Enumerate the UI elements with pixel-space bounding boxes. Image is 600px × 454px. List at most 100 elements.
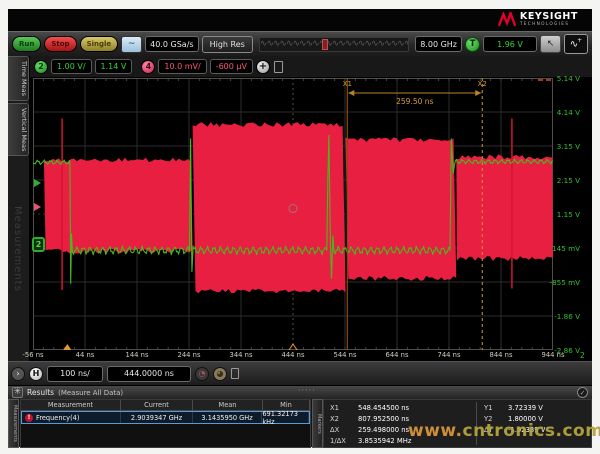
tab-measurements[interactable]: Measurements [8,399,19,448]
channel-4-badge[interactable]: 4 [141,60,155,74]
measurement-value: 691.32173 kHz [262,412,309,423]
add-waveform-icon[interactable]: ∿+ [564,34,588,54]
v-axis-label: -1.86 V [540,312,580,321]
x-axis-label: 844 ns [483,351,519,359]
v-axis-label: -2.86 V [540,346,580,355]
column-header[interactable]: Current [121,400,193,411]
sidebar-expander-button[interactable]: › [11,367,25,381]
x-axis-label: 44 ns [67,351,103,359]
channel-settings-row: 2 1.00 V/ 1.14 V 4 10.0 mV/ -600 µV + [8,56,592,77]
marker-label: X2 [330,415,358,423]
position-knob-icon[interactable]: ◕ [213,367,227,381]
watermark-rest: cntronics.com [463,421,600,441]
red-waveform-band [456,154,553,261]
marker-value: 548.454500 ns [358,404,409,412]
drag-dots[interactable]: ····· [298,386,316,395]
channel-2-ground-marker[interactable]: 2 [32,237,45,252]
red-waveform-band [346,138,457,281]
x-axis-label: 444 ns [275,351,311,359]
measurement-name: Frequency(4) [36,414,79,422]
horizontal-toolbar: › H 100 ns/ 444.0000 ns ◔ ◕ [8,361,592,385]
marker-value: 3.72339 V [508,404,543,412]
keysight-spark-icon [498,12,516,27]
marker-label: ΔX [330,426,358,434]
channel-4-scale-field[interactable]: 10.0 mV/ [158,59,206,74]
stop-button[interactable]: Stop [44,36,76,52]
x-axis-label: 544 ns [327,351,363,359]
x-axis-label: -56 ns [15,351,51,359]
single-button[interactable]: Single [80,36,119,52]
red-waveform-band [44,158,193,254]
results-table: MeasurementCurrentMeanMin!Frequency(4)2.… [20,399,311,448]
red-waveform-band [193,122,346,293]
x1-marker-label: X1 [343,80,352,88]
x2-marker-label: X2 [478,80,487,88]
tab-time-meas[interactable]: Time Meas [8,56,29,101]
left-sidebar: Time Meas Vertical Meas Measurements [8,56,30,361]
watermark-prefix: www. [408,421,463,441]
bandwidth-field[interactable]: 8.00 GHz [415,36,462,52]
marker-value: 3.8535942 MHz [358,437,411,445]
horizontal-badge[interactable]: H [29,367,43,381]
channel-4-offset-field[interactable]: -600 µV [210,59,253,74]
gear-icon[interactable]: ✳ [12,387,23,398]
clipboard-icon[interactable] [274,61,283,73]
site-watermark: www.cntronics.com [408,421,600,441]
plus-glyph: + [577,37,582,44]
v-axis-label: 4.14 V [540,108,580,117]
tab-vertical-meas[interactable]: Vertical Meas [8,103,29,156]
channel-2-offset-field[interactable]: 1.14 V [95,59,133,74]
corner-channel-label: 2 [580,351,585,360]
add-channel-button[interactable]: + [256,60,270,74]
v-axis-label: 1.15 V [540,210,580,219]
x-axis-label: 644 ns [379,351,415,359]
x-axis-label: 144 ns [119,351,155,359]
measurement-value: 3.1435950 GHz [193,412,263,423]
channel-4-ground-marker[interactable] [34,203,41,211]
trigger-badge[interactable]: T [465,37,480,52]
trigger-level-marker[interactable] [34,179,41,187]
marker-row: ΔX259.498000 ns [330,424,411,435]
acquisition-toolbar: Run Stop Single ~ 40.0 GSa/s High Res ∿∿… [8,31,592,56]
v-axis-label: 145 mV [540,244,580,253]
panel-icon[interactable] [231,368,239,379]
marker-label: X1 [330,404,358,412]
scrollbar-handle[interactable] [322,39,328,50]
horizontal-knob-icon[interactable]: ◔ [195,367,209,381]
keysight-logo: KEYSIGHT TECHNOLOGIES [498,12,578,27]
oscilloscope-app: KEYSIGHT TECHNOLOGIES Run Stop Single ~ … [8,9,592,447]
x-axis-label: 744 ns [431,351,467,359]
marker-row: X1548.454500 ns [330,402,411,413]
sample-rate-field[interactable]: 40.0 GSa/s [145,36,198,52]
results-header: ✳ Results (Measure All Data) ····· ✓ [8,386,592,399]
brand-name: KEYSIGHT [520,12,578,22]
brand-subtitle: TECHNOLOGIES [520,23,578,27]
column-header[interactable]: Mean [193,400,263,411]
memory-scrollbar[interactable]: ∿∿∿∿∿∿∿∿∿∿∿∿∿∿∿∿∿∿∿∿∿∿∿∿∿∿∿∿∿∿∿∿∿∿∿∿∿∿∿∿… [259,37,409,52]
delta-time-label: 259.50 ns [396,97,433,106]
title-bar: KEYSIGHT TECHNOLOGIES [8,9,592,31]
tab-markers[interactable]: Markers [312,399,323,448]
time-reference-marker[interactable] [289,344,297,350]
column-header[interactable]: Measurement [21,400,121,411]
pointer-icon[interactable]: ↖ [540,35,561,53]
marker-row: Y13.72339 V [484,402,545,413]
timebase-field[interactable]: 100 ns/ [47,366,103,382]
channel-2-badge[interactable]: 2 [34,60,48,74]
trigger-level-field[interactable]: 1.96 V [483,36,537,52]
results-subtitle: (Measure All Data) [58,389,123,397]
acq-mode-button[interactable]: High Res [202,36,253,53]
x-axis-label: 244 ns [171,351,207,359]
horizontal-position-field[interactable]: 444.0000 ns [107,366,191,382]
waveform-display: X1X2259.50 ns -56 ns44 ns144 ns244 ns344… [30,77,592,361]
waveform-svg: X1 X2 259.50 ns [33,78,553,350]
marker-label: 1/ΔX [330,437,358,445]
results-title: Results [27,388,54,397]
channel-2-scale-field[interactable]: 1.00 V/ [51,59,92,74]
touch-screen-icon[interactable]: ~ [121,36,142,53]
collapse-panel-icon[interactable]: ✓ [577,387,588,398]
marker-label: Y1 [484,404,508,412]
v-axis-label: -855 mV [540,278,580,287]
table-row[interactable]: !Frequency(4)2.9039347 GHz3.1435950 GHz6… [21,411,310,424]
run-button[interactable]: Run [12,36,41,52]
